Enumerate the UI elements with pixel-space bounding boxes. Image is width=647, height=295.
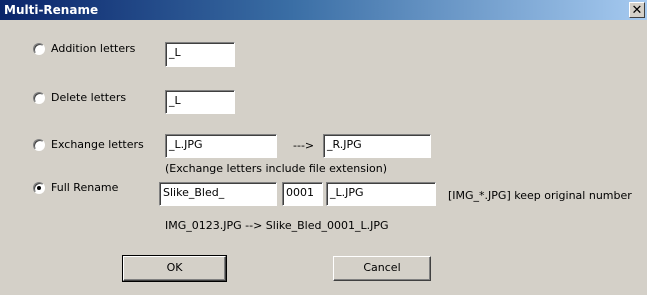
delete-letters-radio[interactable] xyxy=(33,92,45,104)
addition-letters-label: Addition letters xyxy=(51,42,136,55)
delete-letters-label: Delete letters xyxy=(51,91,127,104)
close-button[interactable]: ✕ xyxy=(629,2,645,18)
exchange-letters-label: Exchange letters xyxy=(51,138,144,151)
full-rename-example: IMG_0123.JPG --> Slike_Bled_0001_L.JPG xyxy=(165,219,389,232)
exchange-note: (Exchange letters include file extension… xyxy=(165,162,388,175)
close-icon: ✕ xyxy=(631,3,643,18)
exchange-letters-option[interactable]: Exchange letters xyxy=(33,137,163,153)
full-rename-option[interactable]: Full Rename xyxy=(33,180,163,196)
full-rename-radio[interactable] xyxy=(33,182,45,194)
full-rename-prefix-input[interactable]: Slike_Bled_ xyxy=(159,182,277,206)
exchange-from-input[interactable]: _L.JPG xyxy=(165,134,277,158)
multi-rename-dialog: Multi-Rename ✕ Addition letters _L Delet… xyxy=(0,0,647,295)
addition-letters-option[interactable]: Addition letters xyxy=(33,41,163,57)
exchange-arrow: ---> xyxy=(293,139,315,152)
full-rename-hint: [IMG_*.JPG] keep original number xyxy=(448,189,632,202)
full-rename-number-input[interactable]: 0001 xyxy=(282,182,323,206)
window-title: Multi-Rename xyxy=(4,3,99,17)
cancel-button[interactable]: Cancel xyxy=(333,256,431,281)
addition-letters-input[interactable]: _L xyxy=(165,42,235,67)
full-rename-suffix-input[interactable]: _L.JPG xyxy=(326,182,436,206)
exchange-letters-radio[interactable] xyxy=(33,139,45,151)
title-bar[interactable]: Multi-Rename ✕ xyxy=(0,0,647,20)
delete-letters-option[interactable]: Delete letters xyxy=(33,90,163,106)
exchange-to-input[interactable]: _R.JPG xyxy=(323,134,431,158)
delete-letters-input[interactable]: _L xyxy=(165,90,235,114)
ok-button[interactable]: OK xyxy=(122,255,227,282)
addition-letters-radio[interactable] xyxy=(33,43,45,55)
full-rename-label: Full Rename xyxy=(51,181,119,194)
